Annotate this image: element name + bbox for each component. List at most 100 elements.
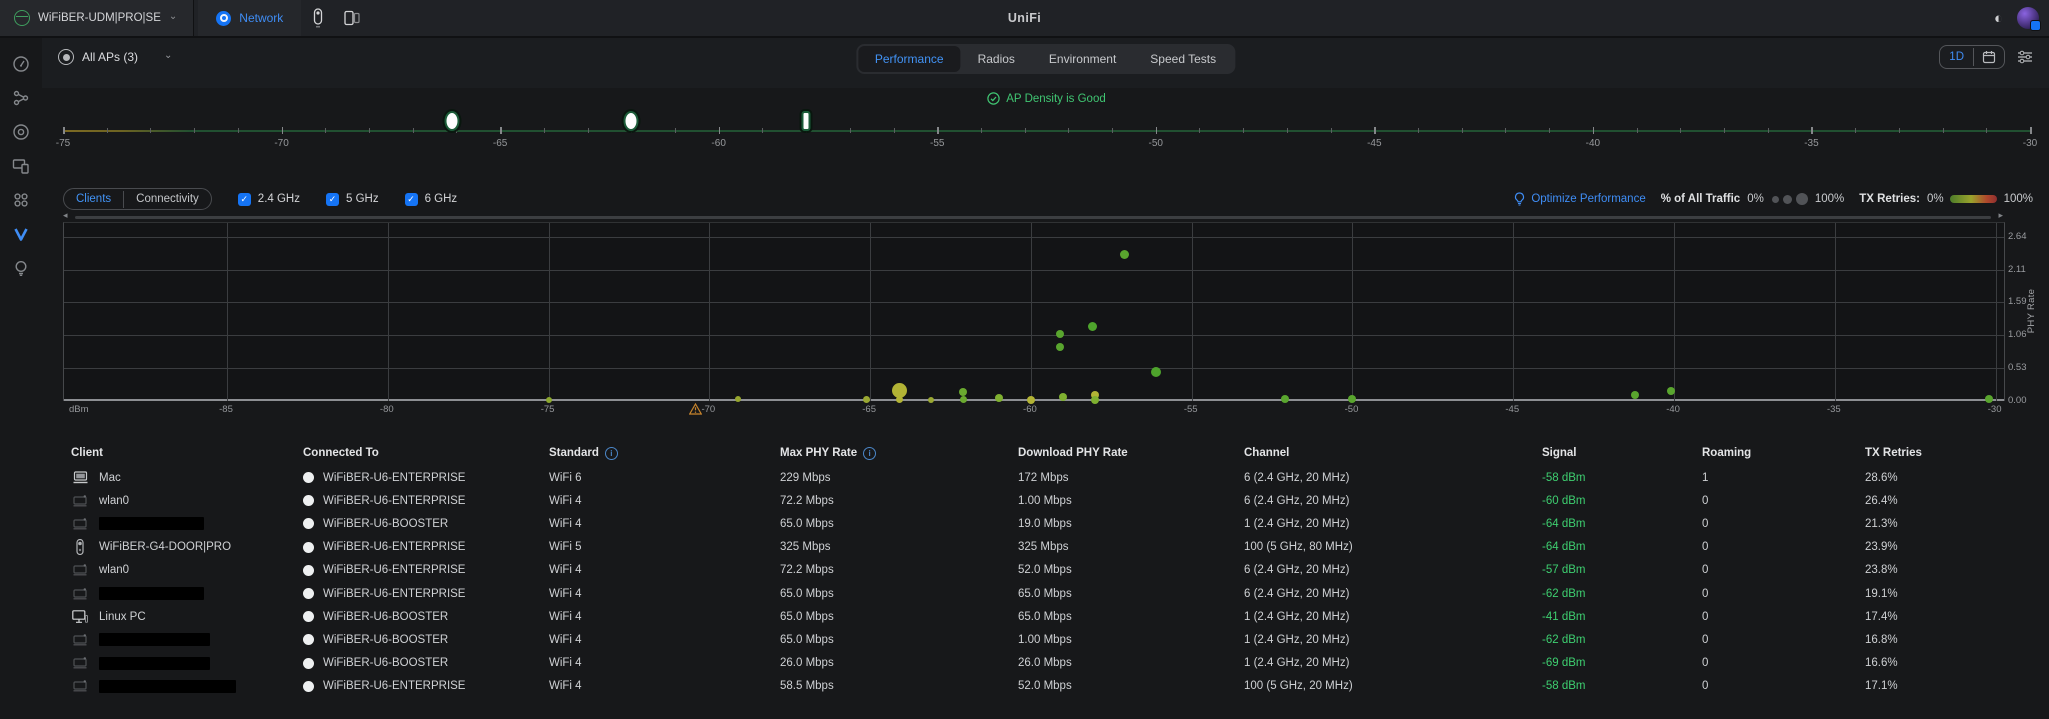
ruler-tick [282, 127, 284, 134]
gridline-vertical [1674, 223, 1675, 401]
info-icon[interactable]: i [605, 447, 618, 460]
x-tick-label: -40 [1666, 404, 1680, 415]
scatter-point[interactable] [896, 396, 903, 403]
client-monitor-icon [71, 610, 89, 623]
scatter-point[interactable] [1281, 395, 1289, 403]
table-row[interactable]: WiFiBER-U6-ENTERPRISEWiFi 458.5 Mbps52.0… [42, 675, 2049, 698]
y-tick-label: 1.59 [2008, 296, 2027, 307]
gridline-vertical [549, 223, 550, 401]
sidebar-item-client-devices[interactable] [0, 149, 42, 183]
gridline-vertical [388, 223, 389, 401]
table-row[interactable]: Linux PCWiFiBER-U6-BOOSTERWiFi 465.0 Mbp… [42, 605, 2049, 628]
ruler-tick [1287, 128, 1288, 133]
scrollbar-track[interactable] [75, 216, 1991, 219]
scatter-point[interactable] [1027, 396, 1035, 404]
talk-app-icon[interactable] [335, 0, 369, 36]
ap-marker[interactable] [445, 111, 460, 131]
tab-radios[interactable]: Radios [961, 46, 1032, 72]
site-selector[interactable]: WiFiBER-UDM|PRO|SE ⌄ [0, 0, 194, 36]
scatter-point[interactable] [1985, 395, 1993, 403]
table-row[interactable]: WiFiBER-G4-DOOR|PROWiFiBER-U6-ENTERPRISE… [42, 536, 2049, 559]
sidebar-item-unifi-devices[interactable] [0, 115, 42, 149]
scatter-point[interactable] [1056, 330, 1064, 338]
download-phy-cell: 172 Mbps [1018, 472, 1244, 484]
scatter-point[interactable] [1667, 387, 1675, 395]
band-filter-6-ghz[interactable]: ✓6 GHz [405, 193, 458, 206]
tab-performance[interactable]: Performance [858, 46, 961, 72]
client-cell: Linux PC [71, 610, 303, 623]
ap-density-label: AP Density is Good [1006, 93, 1106, 105]
table-row[interactable]: WiFiBER-U6-ENTERPRISEWiFi 465.0 Mbps65.0… [42, 582, 2049, 605]
sidebar-item-topology[interactable] [0, 81, 42, 115]
connected-to-cell: WiFiBER-U6-ENTERPRISE [303, 564, 549, 576]
scatter-point[interactable] [1091, 396, 1099, 404]
protect-app-icon[interactable] [301, 0, 335, 36]
table-row[interactable]: wlan0WiFiBER-U6-ENTERPRISEWiFi 472.2 Mbp… [42, 489, 2049, 512]
tx-retries-cell: 26.4% [1865, 495, 2049, 507]
scatter-point[interactable] [1088, 322, 1097, 331]
ap-name: WiFiBER-U6-BOOSTER [323, 611, 448, 623]
scatter-point[interactable] [928, 397, 934, 403]
table-row[interactable]: MacWiFiBER-U6-ENTERPRISEWiFi 6229 Mbps17… [42, 466, 2049, 489]
calendar-icon[interactable] [1974, 46, 2004, 68]
view-option-connectivity[interactable]: Connectivity [124, 189, 211, 209]
column-header-connected-to: Connected To [303, 447, 549, 459]
channel-cell: 1 (2.4 GHz, 20 MHz) [1244, 657, 1542, 669]
channel-cell: 1 (2.4 GHz, 20 MHz) [1244, 518, 1542, 530]
ruler-tick [2030, 127, 2032, 134]
client-cell [71, 633, 303, 646]
account-avatar[interactable] [2017, 7, 2039, 29]
table-row[interactable]: WiFiBER-U6-BOOSTERWiFi 426.0 Mbps26.0 Mb… [42, 652, 2049, 675]
filter-sliders-icon[interactable] [2017, 50, 2033, 64]
signal-cell: -58 dBm [1542, 472, 1702, 484]
gridline-horizontal [64, 270, 2004, 271]
max-phy-cell: 65.0 Mbps [780, 518, 1018, 530]
scatter-point[interactable] [1120, 250, 1129, 259]
scroll-left-icon[interactable]: ◂ [63, 210, 68, 221]
table-row[interactable]: WiFiBER-U6-BOOSTERWiFi 465.0 Mbps1.00 Mb… [42, 628, 2049, 651]
tab-speed-tests[interactable]: Speed Tests [1133, 46, 1233, 72]
scatter-point[interactable] [1151, 367, 1161, 377]
sidebar-item-dashboard[interactable] [0, 47, 42, 81]
scatter-point[interactable] [960, 396, 967, 403]
unifi-network-app: WiFiBER-UDM|PRO|SE ⌄ Network UniFi ◐ All… [0, 0, 2049, 719]
view-option-clients[interactable]: Clients [64, 189, 123, 209]
traffic-legend-label: % of All Traffic [1661, 193, 1740, 205]
band-filter-5-ghz[interactable]: ✓5 GHz [326, 193, 379, 206]
ap-name: WiFiBER-U6-ENTERPRISE [323, 495, 465, 507]
tab-environment[interactable]: Environment [1032, 46, 1133, 72]
signal-cell: -62 dBm [1542, 634, 1702, 646]
sidebar-item-insights[interactable] [0, 183, 42, 217]
ap-selector[interactable]: All APs (3) ⌄ [58, 49, 172, 65]
ruler-tick [150, 128, 151, 133]
theme-toggle-icon[interactable]: ◐ [1994, 10, 2003, 27]
size-dot-small [1772, 196, 1779, 203]
client-cell [71, 657, 303, 670]
scatter-point[interactable] [863, 396, 870, 403]
x-tick-label: -30 [1988, 404, 2002, 415]
x-tick-label: -55 [1184, 404, 1198, 415]
app-tab-network[interactable]: Network [198, 0, 301, 36]
connected-to-cell: WiFiBER-U6-BOOSTER [303, 518, 549, 530]
scroll-right-icon[interactable]: ▸ [1998, 210, 2003, 221]
tx-retries-cell: 19.1% [1865, 588, 2049, 600]
info-icon[interactable]: i [863, 447, 876, 460]
column-header-label: TX Retries [1865, 447, 1922, 459]
gridline-vertical [870, 223, 871, 401]
ap-marker[interactable] [802, 111, 811, 131]
scatter-point[interactable] [546, 397, 552, 403]
scatter-point[interactable] [1056, 343, 1064, 351]
table-row[interactable]: WiFiBER-U6-BOOSTERWiFi 465.0 Mbps19.0 Mb… [42, 512, 2049, 535]
optimize-performance-button[interactable]: Optimize Performance [1514, 192, 1645, 206]
chart-scrollbar[interactable]: ◂ ▸ [63, 213, 2003, 221]
scatter-point[interactable] [1631, 391, 1639, 399]
time-range-button[interactable]: 1D [1940, 47, 1973, 67]
ap-name: WiFiBER-U6-BOOSTER [323, 518, 448, 530]
table-row[interactable]: wlan0WiFiBER-U6-ENTERPRISEWiFi 472.2 Mbp… [42, 559, 2049, 582]
scatter-point[interactable] [995, 394, 1003, 402]
band-filter-2-4-ghz[interactable]: ✓2.4 GHz [238, 193, 300, 206]
scatter-point[interactable] [1348, 395, 1356, 403]
ap-marker[interactable] [624, 111, 639, 131]
client-name-redacted [99, 517, 204, 530]
scatter-point[interactable] [735, 396, 741, 402]
